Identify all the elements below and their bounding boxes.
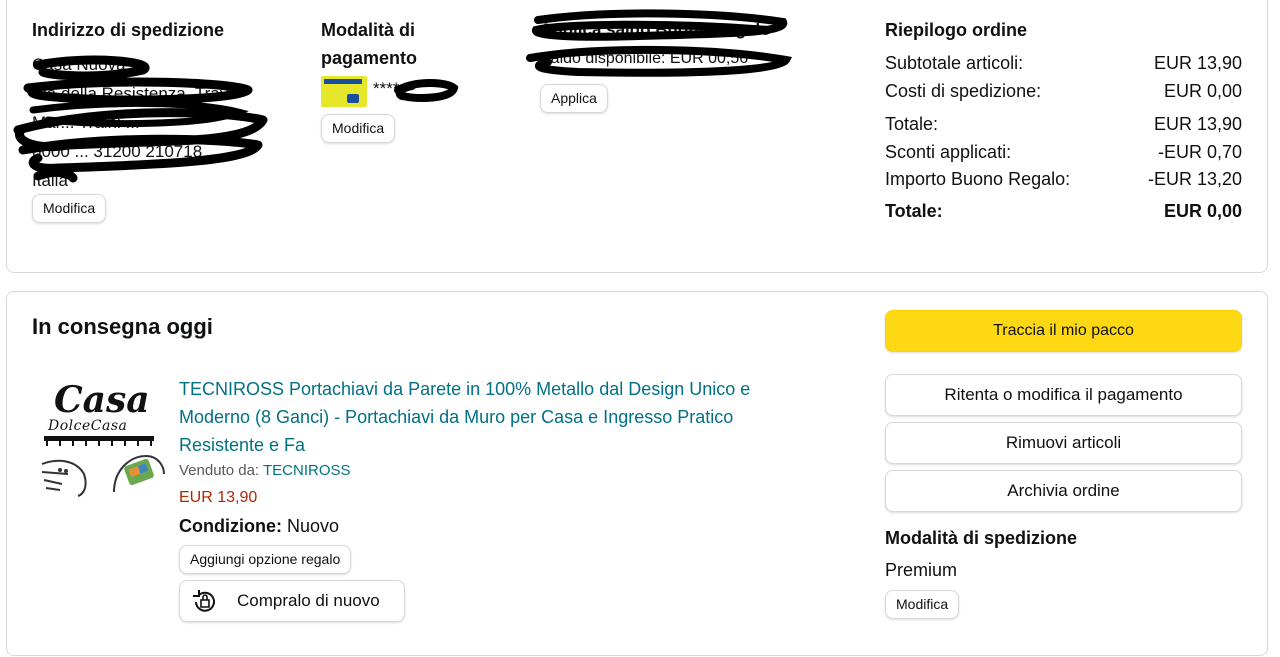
address-line: 0000 ... 31200 210718: [32, 142, 203, 161]
product-condition: Condizione: Nuovo: [179, 514, 339, 538]
payment-title-line: pagamento: [321, 48, 418, 68]
summary-total-label: Totale:: [885, 201, 943, 221]
track-package-button[interactable]: Traccia il mio pacco: [885, 310, 1242, 352]
address-line: Italia: [32, 171, 68, 190]
summary-label: Importo Buono Regalo:: [885, 169, 1071, 189]
seller-label: Venduto da:: [179, 462, 260, 479]
delivery-status: In consegna oggi: [32, 314, 213, 339]
condition-label: Condizione:: [179, 516, 282, 536]
gift-card-title: Applica saldo Buono Regalo: [540, 20, 771, 39]
buy-again-icon: [193, 590, 215, 612]
shipping-method-value: Premium: [885, 560, 958, 580]
product-image-subtext: DolceCasa: [48, 418, 128, 434]
address-line: Casa Nuova: [32, 55, 126, 74]
summary-label: Subtotale articoli:: [885, 53, 1024, 73]
archive-order-button[interactable]: Archivia ordine: [885, 470, 1242, 512]
seller-link[interactable]: TECNIROSS: [263, 462, 351, 479]
shipping-method-title: Modalità di spedizione: [885, 528, 1078, 548]
summary-label: Costi di spedizione:: [885, 81, 1042, 101]
seller-info: Venduto da: TECNIROSS: [179, 462, 351, 479]
gift-card-balance: Saldo disponibile: EUR 00,56: [540, 50, 749, 67]
address-line: Via della Resistenza, Trav.: [32, 84, 232, 103]
address-line: Mar... Traini ...: [32, 113, 140, 132]
product-image-text: Casa: [54, 379, 150, 421]
buy-again-button[interactable]: Compralo di nuovo: [179, 580, 405, 622]
summary-value: -EUR 13,20: [1147, 169, 1242, 189]
summary-value: EUR 13,90: [1153, 114, 1242, 134]
edit-shipping-method-button[interactable]: Modifica: [885, 590, 960, 619]
add-gift-option-button[interactable]: Aggiungi opzione regalo: [179, 545, 352, 574]
order-summary-title: Riepilogo ordine: [885, 20, 1027, 40]
summary-value: EUR 0,00: [1163, 81, 1242, 101]
apply-gift-card-button[interactable]: Applica: [540, 84, 608, 113]
retry-payment-button[interactable]: Ritenta o modifica il pagamento: [885, 374, 1242, 416]
edit-shipping-address-button[interactable]: Modifica: [32, 194, 107, 223]
summary-label: Totale:: [885, 114, 939, 134]
product-image[interactable]: Casa DolceCasa: [34, 380, 166, 500]
card-logo-icon: [321, 76, 367, 107]
shipping-address-lines: Casa Nuova Via della Resistenza, Trav. M…: [32, 50, 292, 195]
product-price: EUR 13,90: [179, 489, 258, 506]
card-masked-number: ****: [373, 79, 400, 98]
payment-title-line: Modalità di: [321, 20, 415, 40]
buy-again-label: Compralo di nuovo: [237, 591, 380, 610]
edit-payment-button[interactable]: Modifica: [321, 114, 396, 143]
payment-method-title: Modalità di pagamento: [321, 16, 417, 72]
summary-label: Sconti applicati:: [885, 142, 1012, 162]
summary-value: EUR 13,90: [1153, 53, 1242, 73]
summary-value: -EUR 0,70: [1157, 142, 1242, 162]
remove-items-button[interactable]: Rimuovi articoli: [885, 422, 1242, 464]
shipping-address-title: Indirizzo di spedizione: [32, 20, 225, 40]
summary-total-value: EUR 0,00: [1163, 201, 1242, 221]
product-title-link[interactable]: TECNIROSS Portachiavi da Parete in 100% …: [179, 375, 819, 459]
condition-value: Nuovo: [287, 516, 340, 536]
